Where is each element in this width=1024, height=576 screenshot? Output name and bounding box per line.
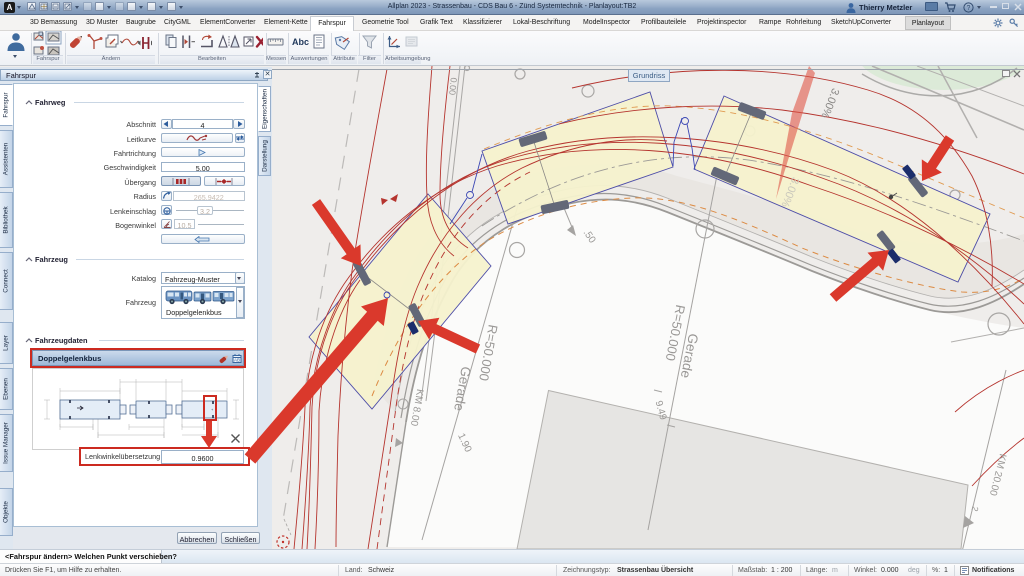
svg-text:AB: AB bbox=[234, 358, 240, 363]
svg-text:3.00%: 3.00% bbox=[818, 86, 841, 120]
svg-text:0.00: 0.00 bbox=[447, 77, 459, 95]
svg-text:?: ? bbox=[967, 5, 971, 12]
svg-text:Abc: Abc bbox=[292, 37, 309, 47]
